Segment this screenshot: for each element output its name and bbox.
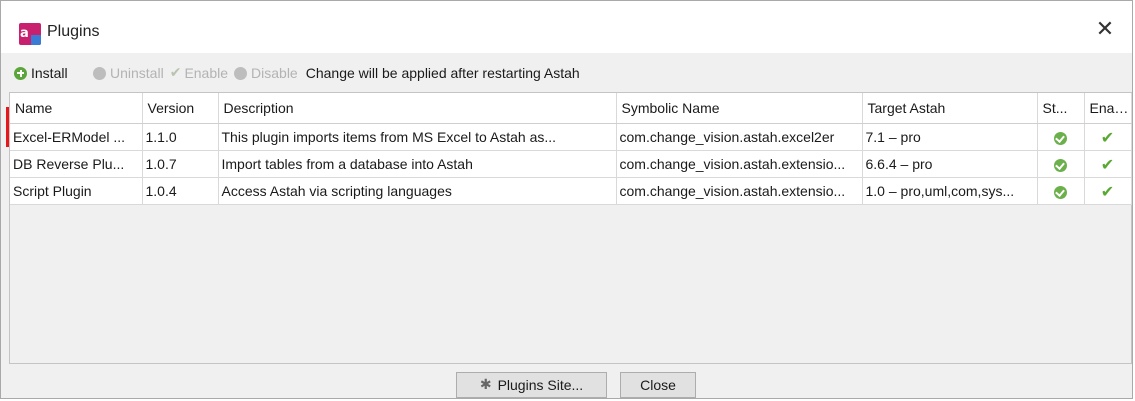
- cell-target: 7.1 – pro: [862, 123, 1038, 151]
- table-row[interactable]: DB Reverse Plu... 1.0.7 Import tables fr…: [10, 150, 1132, 178]
- window-title: Plugins: [47, 23, 100, 40]
- disable-icon: [234, 66, 248, 80]
- status-ok-icon: [1054, 131, 1067, 145]
- plugins-dialog: a Plugins ✕ Install Uninstall ✔ Enable D…: [0, 0, 1133, 399]
- cell-version: 1.1.0: [142, 123, 219, 151]
- uninstall-button[interactable]: Uninstall: [93, 65, 164, 81]
- plugin-icon: ✱: [479, 377, 492, 393]
- plugins-table: Name Version Description Symbolic Name T…: [9, 92, 1132, 364]
- cell-symbolic-name: com.change_vision.astah.extensio...: [616, 177, 863, 205]
- disable-button[interactable]: Disable: [234, 65, 298, 81]
- cell-version: 1.0.4: [142, 177, 219, 205]
- cell-description: This plugin imports items from MS Excel …: [218, 123, 617, 151]
- install-label: Install: [31, 65, 68, 81]
- check-icon: ✔: [169, 65, 182, 81]
- status-ok-icon: [1054, 158, 1067, 172]
- cell-enabled: ✔: [1084, 177, 1132, 205]
- close-window-icon[interactable]: ✕: [1092, 17, 1118, 43]
- column-header-name[interactable]: Name: [10, 93, 143, 124]
- cell-status: [1037, 177, 1085, 205]
- cell-status: [1037, 150, 1085, 178]
- plugins-site-label: Plugins Site...: [497, 377, 584, 393]
- disable-label: Disable: [251, 65, 298, 81]
- enable-button[interactable]: ✔ Enable: [170, 65, 228, 81]
- column-header-symbolic-name[interactable]: Symbolic Name: [616, 93, 863, 124]
- column-header-target-astah[interactable]: Target Astah: [862, 93, 1038, 124]
- cell-version: 1.0.7: [142, 150, 219, 178]
- cell-target: 6.6.4 – pro: [862, 150, 1038, 178]
- close-label: Close: [640, 377, 676, 393]
- uninstall-label: Uninstall: [110, 65, 164, 81]
- cell-description: Access Astah via scripting languages: [218, 177, 617, 205]
- install-button[interactable]: Install: [14, 65, 68, 81]
- table-row[interactable]: Script Plugin 1.0.4 Access Astah via scr…: [10, 177, 1132, 205]
- remove-icon: [93, 66, 106, 80]
- toolbar: Install Uninstall ✔ Enable Disable Chang…: [1, 57, 1132, 147]
- cell-name: Script Plugin: [10, 177, 143, 205]
- cell-symbolic-name: com.change_vision.astah.extensio...: [616, 150, 863, 178]
- enabled-check-icon: ✔: [1100, 154, 1115, 174]
- title-bar: a Plugins ✕: [1, 1, 1132, 53]
- enabled-check-icon: ✔: [1100, 181, 1115, 201]
- column-header-version[interactable]: Version: [142, 93, 219, 124]
- restart-notice: Change will be applied after restarting …: [305, 65, 580, 81]
- astah-app-icon: a: [19, 23, 41, 45]
- close-button[interactable]: Close: [620, 372, 696, 398]
- enabled-check-icon: ✔: [1100, 127, 1115, 147]
- cell-enabled: ✔: [1084, 123, 1132, 151]
- column-header-description[interactable]: Description: [218, 93, 617, 124]
- cell-enabled: ✔: [1084, 150, 1132, 178]
- cell-target: 1.0 – pro,uml,com,sys...: [862, 177, 1038, 205]
- cell-name: DB Reverse Plu...: [10, 150, 143, 178]
- add-icon: [14, 66, 27, 80]
- column-header-status[interactable]: St...: [1037, 93, 1085, 124]
- table-row[interactable]: Excel-ERModel ... 1.1.0 This plugin impo…: [10, 123, 1132, 151]
- column-header-enabled[interactable]: Enab...: [1084, 93, 1132, 124]
- cell-description: Import tables from a database into Astah: [218, 150, 617, 178]
- cell-symbolic-name: com.change_vision.astah.excel2er: [616, 123, 863, 151]
- status-ok-icon: [1054, 185, 1067, 199]
- cell-name: Excel-ERModel ...: [10, 123, 143, 151]
- cell-status: [1037, 123, 1085, 151]
- enable-label: Enable: [184, 65, 229, 81]
- table-header: Name Version Description Symbolic Name T…: [10, 93, 1132, 124]
- plugins-site-button[interactable]: ✱ Plugins Site...: [456, 372, 607, 398]
